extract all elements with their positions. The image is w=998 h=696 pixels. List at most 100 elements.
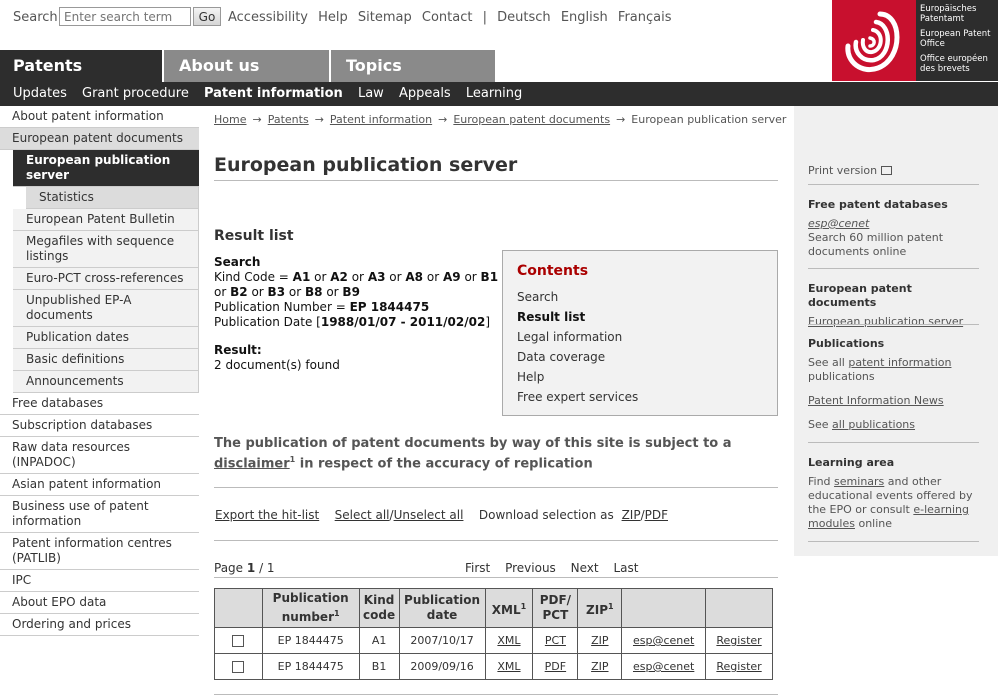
- leftnav-subscription-databases[interactable]: Subscription databases: [0, 415, 199, 437]
- contents-item-help[interactable]: Help: [517, 367, 763, 387]
- or-word: or: [464, 270, 477, 284]
- leftnav-ipc[interactable]: IPC: [0, 570, 199, 592]
- help-link[interactable]: Help: [318, 10, 348, 25]
- cell-document-link[interactable]: PCT: [532, 627, 579, 654]
- breadcrumb-patent-information[interactable]: Patent information: [330, 113, 432, 126]
- leftnav-free-databases[interactable]: Free databases: [0, 393, 199, 415]
- contents-item-data-coverage[interactable]: Data coverage: [517, 347, 763, 367]
- contents-item-search[interactable]: Search: [517, 287, 763, 307]
- unselect-all-link[interactable]: Unselect all: [394, 508, 464, 522]
- table-row: EP 1844475 A1 2007/10/17 XML PCT ZIP esp…: [214, 627, 773, 654]
- sub-navigation: Updates Grant procedure Patent informati…: [0, 82, 998, 106]
- or-word: or: [326, 285, 339, 299]
- accessibility-link[interactable]: Accessibility: [228, 10, 308, 25]
- pager-last[interactable]: Last: [613, 561, 638, 575]
- breadcrumb-home[interactable]: Home: [214, 113, 246, 126]
- lang-francais-link[interactable]: Français: [618, 10, 672, 25]
- cell-zip-link[interactable]: ZIP: [577, 653, 623, 680]
- leftnav-about-epo-data[interactable]: About EPO data: [0, 592, 199, 614]
- epo-logo[interactable]: Europäisches Patentamt European Patent O…: [832, 0, 998, 81]
- search-input[interactable]: [59, 7, 191, 26]
- subnav-learning[interactable]: Learning: [466, 86, 522, 101]
- pager-previous[interactable]: Previous: [505, 561, 556, 575]
- subnav-patent-information[interactable]: Patent information: [204, 86, 343, 101]
- col-header-publication-number: Publication number1: [261, 588, 360, 628]
- text: publications: [808, 370, 875, 383]
- cell-register-link[interactable]: Register: [705, 627, 773, 654]
- pager-next[interactable]: Next: [571, 561, 599, 575]
- contents-item-free-expert-services[interactable]: Free expert services: [517, 387, 763, 407]
- subnav-law[interactable]: Law: [358, 86, 384, 101]
- leftnav-european-publication-server[interactable]: European publication server: [13, 150, 199, 187]
- tab-patents[interactable]: Patents: [0, 50, 162, 82]
- leftnav-raw-data-resources[interactable]: Raw data resources (INPADOC): [0, 437, 199, 474]
- breadcrumb-patents[interactable]: Patents: [268, 113, 309, 126]
- european-publication-server-link[interactable]: European publication server: [808, 315, 979, 329]
- slash: /: [640, 508, 645, 522]
- subnav-grant-procedure[interactable]: Grant procedure: [82, 86, 189, 101]
- row-select-checkbox[interactable]: [232, 661, 245, 673]
- leftnav-euro-pct[interactable]: Euro-PCT cross-references: [13, 268, 199, 290]
- cell-zip-link[interactable]: ZIP: [577, 627, 623, 654]
- disclaimer-link[interactable]: disclaimer: [214, 456, 290, 471]
- hit-list-actions: Export the hit-list Select all/Unselect …: [215, 508, 672, 522]
- sitemap-link[interactable]: Sitemap: [358, 10, 412, 25]
- row-select-cell: [214, 653, 263, 680]
- print-version[interactable]: Print version: [808, 164, 979, 178]
- breadcrumb-european-patent-documents[interactable]: European patent documents: [453, 113, 610, 126]
- patent-information-link[interactable]: patent information: [848, 356, 951, 369]
- leftnav-announcements[interactable]: Announcements: [13, 371, 199, 393]
- leftnav-basic-definitions[interactable]: Basic definitions: [13, 349, 199, 371]
- espacenet-link[interactable]: esp@cenet: [808, 217, 979, 231]
- pager-first[interactable]: First: [465, 561, 490, 575]
- cell-xml-link[interactable]: XML: [484, 627, 534, 654]
- print-version-label[interactable]: Print version: [808, 164, 877, 177]
- seminars-link[interactable]: seminars: [834, 475, 884, 488]
- leftnav-european-patent-documents[interactable]: European patent documents: [0, 128, 199, 150]
- tab-topics[interactable]: Topics: [331, 50, 495, 82]
- subnav-updates[interactable]: Updates: [13, 86, 67, 101]
- patent-information-news-link[interactable]: Patent Information News: [808, 394, 979, 408]
- tab-about-us[interactable]: About us: [164, 50, 329, 82]
- kind-code: B9: [342, 285, 360, 299]
- leftnav-publication-dates[interactable]: Publication dates: [13, 327, 199, 349]
- col-header-label: PDF/ PCT: [539, 593, 572, 622]
- leftnav-about-patent-information[interactable]: About patent information: [0, 106, 199, 128]
- divider: [214, 487, 778, 488]
- cell-xml-link[interactable]: XML: [484, 653, 534, 680]
- pager-navigation: First Previous Next Last: [465, 561, 649, 575]
- leftnav-unpublished-ep-a[interactable]: Unpublished EP-A documents: [13, 290, 199, 327]
- cell-register-link[interactable]: Register: [705, 653, 773, 680]
- download-pdf-link[interactable]: PDF: [645, 508, 668, 522]
- cell-document-link[interactable]: PDF: [532, 653, 579, 680]
- page-title: European publication server: [214, 154, 778, 181]
- row-select-checkbox[interactable]: [232, 635, 245, 647]
- leftnav-ordering-and-prices[interactable]: Ordering and prices: [0, 614, 199, 636]
- leftnav-statistics[interactable]: Statistics: [26, 187, 199, 209]
- all-publications-link[interactable]: all publications: [832, 418, 915, 431]
- contact-link[interactable]: Contact: [422, 10, 473, 25]
- leftnav-patlib[interactable]: Patent information centres (PATLIB): [0, 533, 199, 570]
- leftnav-european-patent-bulletin[interactable]: European Patent Bulletin: [13, 209, 199, 231]
- download-zip-link[interactable]: ZIP: [622, 508, 641, 522]
- contents-item-legal-information[interactable]: Legal information: [517, 327, 763, 347]
- leftnav-megafiles[interactable]: Megafiles with sequence listings: [13, 231, 199, 268]
- cell-espacenet-link[interactable]: esp@cenet: [621, 627, 707, 654]
- search-go-button[interactable]: Go: [193, 7, 221, 26]
- printer-icon[interactable]: [881, 165, 893, 175]
- export-hit-list-link[interactable]: Export the hit-list: [215, 508, 319, 522]
- leftnav-business-use[interactable]: Business use of patent information: [0, 496, 199, 533]
- cell-espacenet-link[interactable]: esp@cenet: [621, 653, 707, 680]
- col-header-label: Publication date: [404, 593, 481, 622]
- breadcrumb-arrow-icon: →: [438, 113, 448, 126]
- learning-area-section: Learning area Find seminars and other ed…: [808, 456, 979, 531]
- select-all-link[interactable]: Select all: [335, 508, 390, 522]
- left-navigation: About patent information European patent…: [0, 106, 199, 636]
- or-word: or: [214, 285, 227, 299]
- leftnav-asian-patent-information[interactable]: Asian patent information: [0, 474, 199, 496]
- slash: /: [389, 508, 394, 522]
- lang-english-link[interactable]: English: [561, 10, 608, 25]
- subnav-appeals[interactable]: Appeals: [399, 86, 451, 101]
- lang-deutsch-link[interactable]: Deutsch: [497, 10, 551, 25]
- table-row: EP 1844475 B1 2009/09/16 XML PDF ZIP esp…: [214, 653, 773, 680]
